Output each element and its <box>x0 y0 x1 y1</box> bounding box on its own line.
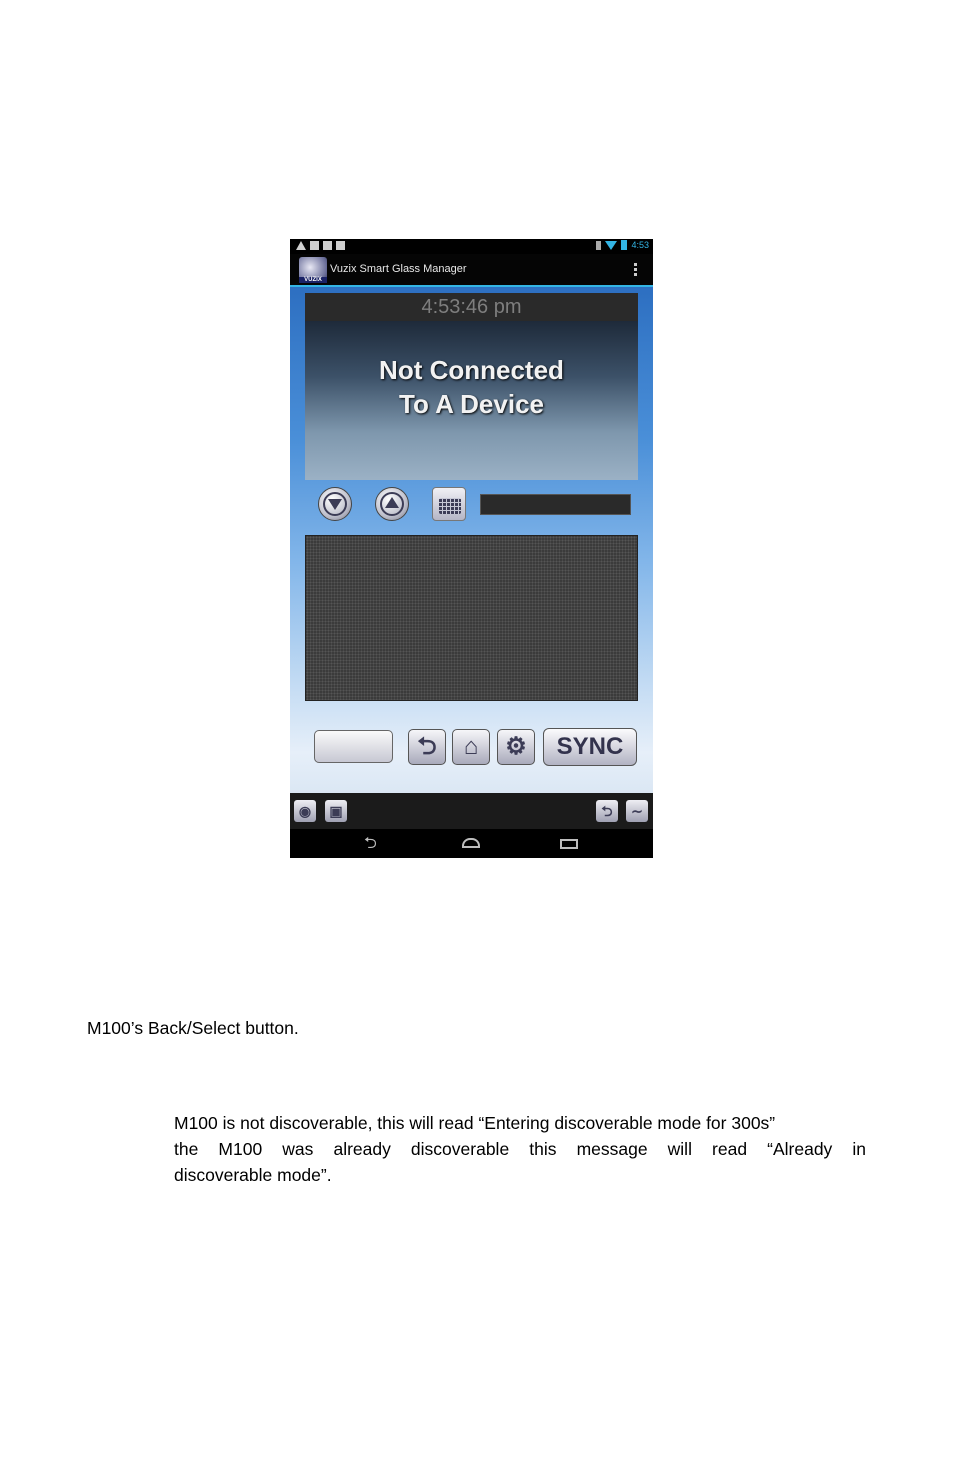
back-icon[interactable]: ⮌ <box>596 800 618 822</box>
gear-icon[interactable]: ⚙ <box>497 729 535 765</box>
discoverable-line-2: the M100 was already discoverable this m… <box>174 1139 866 1159</box>
keyboard-icon[interactable] <box>432 487 466 521</box>
blank-button[interactable] <box>314 730 393 763</box>
arrow-up-circle-icon[interactable] <box>375 487 409 521</box>
chip-icon[interactable]: ▣ <box>325 800 347 822</box>
wifi-icon <box>605 240 618 250</box>
message-panel <box>305 535 638 701</box>
back-select-line: M100’s Back/Select button. <box>87 1018 299 1038</box>
nav-recents-icon[interactable] <box>560 839 578 849</box>
text-input[interactable] <box>480 494 631 515</box>
bluetooth-icon <box>596 240 602 250</box>
arrow-down-circle-icon[interactable] <box>318 487 352 521</box>
phone-icon <box>323 241 332 250</box>
discoverable-line-3: discoverable mode”. <box>174 1165 332 1185</box>
status-bar: 4:53 <box>290 239 653 254</box>
glasses-icon[interactable]: ∼ <box>626 800 648 822</box>
banner-line-1: Not Connected <box>379 355 564 385</box>
vuzix-app-icon[interactable]: ◉ <box>294 800 316 822</box>
home-icon[interactable]: ⌂ <box>452 729 490 765</box>
bottom-toolbar: ◉ ▣ ⮌ ∼ <box>290 793 653 829</box>
game-controller-icon <box>336 241 345 250</box>
app-logo-text: VUZIX <box>299 277 327 283</box>
nav-back-icon[interactable]: ⮌ <box>364 836 377 852</box>
nav-home-icon[interactable] <box>462 838 480 848</box>
discoverable-line-1: M100 is not discoverable, this will read… <box>174 1113 776 1133</box>
status-time: 4:53 <box>631 240 649 250</box>
battery-icon <box>621 240 628 250</box>
sync-button[interactable]: SYNC <box>543 728 637 766</box>
connection-banner: Not Connected To A Device <box>305 321 638 480</box>
phone-screenshot: 4:53 VUZIX Vuzix Smart Glass Manager 4:5… <box>290 239 653 858</box>
android-nav-bar: ⮌ <box>290 829 653 858</box>
overflow-menu-icon[interactable] <box>634 263 637 278</box>
vuzix-logo-icon[interactable]: VUZIX <box>299 257 327 283</box>
app-content: 4:53:46 pm Not Connected To A Device ⮌ ⌂… <box>290 287 653 793</box>
mail-icon <box>310 241 319 250</box>
action-bar: VUZIX Vuzix Smart Glass Manager <box>290 254 653 287</box>
back-arrow-icon[interactable]: ⮌ <box>408 729 446 765</box>
warning-icon <box>296 241 306 250</box>
app-title: Vuzix Smart Glass Manager <box>330 263 467 275</box>
banner-line-2: To A Device <box>399 389 544 419</box>
clock-display: 4:53:46 pm <box>305 293 638 321</box>
